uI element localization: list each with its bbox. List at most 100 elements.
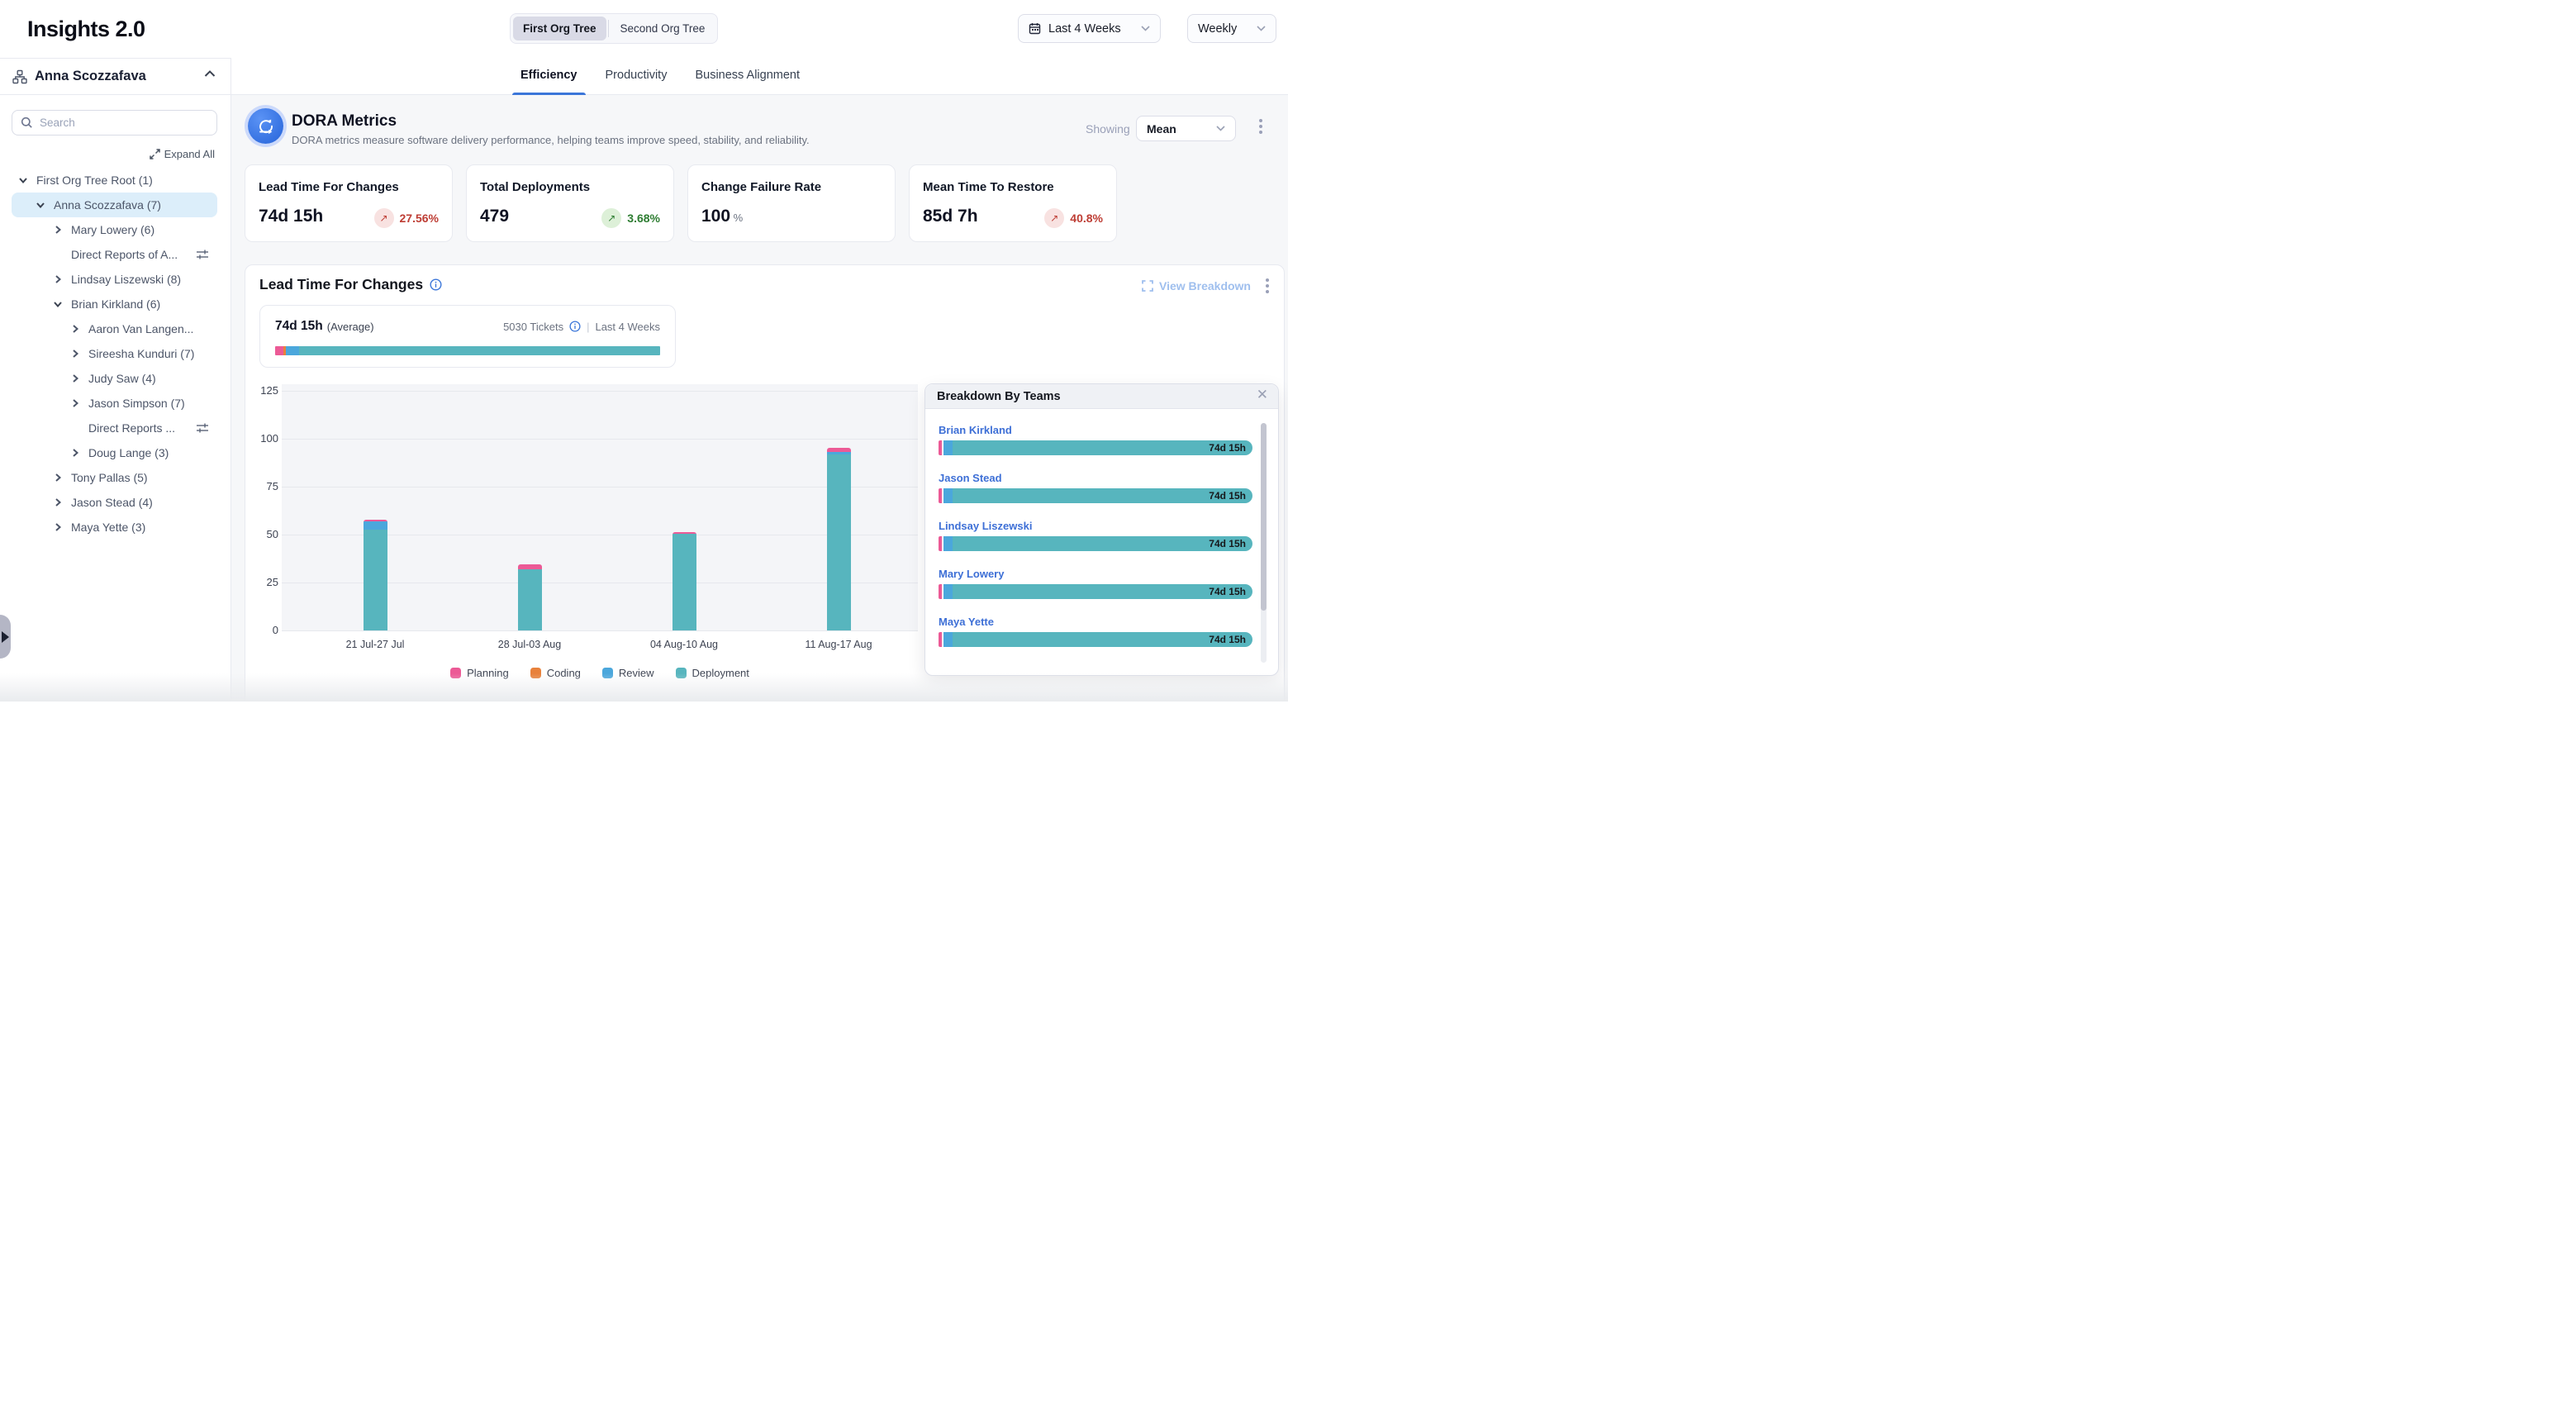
tree-item-label: Judy Saw (4) — [88, 366, 156, 391]
granularity-select[interactable]: Weekly — [1187, 14, 1276, 43]
tab-productivity[interactable]: Productivity — [597, 58, 676, 95]
y-axis-tick: 50 — [245, 528, 278, 540]
chevron-up-icon[interactable] — [204, 70, 216, 78]
tree-item-label: Brian Kirkland (6) — [71, 292, 160, 316]
toggle-first-org-tree[interactable]: First Org Tree — [513, 17, 606, 40]
search-input[interactable] — [40, 117, 208, 129]
tree-item-doug-lange-3[interactable]: Doug Lange (3) — [12, 440, 217, 465]
org-sidebar: Anna Scozzafava Expand All First Org Tre… — [0, 58, 231, 702]
tree-item-aaron-van-langen[interactable]: Aaron Van Langen... — [12, 316, 217, 341]
scrollbar-thumb[interactable] — [1261, 423, 1267, 611]
chevron-down-icon[interactable] — [18, 175, 28, 185]
bar-segment-deployment — [827, 454, 851, 630]
legend-label: Deployment — [692, 667, 749, 679]
info-icon[interactable] — [569, 321, 581, 332]
tree-item-label: Jason Simpson (7) — [88, 391, 185, 416]
chevron-right-icon[interactable] — [53, 225, 63, 235]
legend-item-coding[interactable]: Coding — [530, 667, 581, 679]
expand-all-label: Expand All — [164, 148, 215, 160]
legend-item-review[interactable]: Review — [602, 667, 654, 679]
tree-item-lindsay-liszewski-8[interactable]: Lindsay Liszewski (8) — [12, 267, 217, 292]
showing-select[interactable]: Mean — [1136, 116, 1236, 141]
metric-title: Mean Time To Restore — [923, 180, 1054, 194]
dora-kebab-menu[interactable] — [1259, 119, 1262, 134]
tree-item-sireesha-kunduri-7[interactable]: Sireesha Kunduri (7) — [12, 341, 217, 366]
legend-item-deployment[interactable]: Deployment — [676, 667, 749, 679]
tree-item-label: First Org Tree Root (1) — [36, 168, 153, 193]
chevron-right-icon[interactable] — [53, 473, 63, 483]
chart-legend: Planning Coding Review Deployment — [282, 667, 918, 679]
tree-item-tony-pallas-5[interactable]: Tony Pallas (5) — [12, 465, 217, 490]
tab-business-alignment[interactable]: Business Alignment — [687, 58, 808, 95]
breakdown-team-mary-lowery[interactable]: Mary Lowery — [939, 568, 1004, 580]
metric-title: Total Deployments — [480, 180, 590, 194]
app-title: Insights 2.0 — [27, 0, 145, 58]
breakdown-bar: 74d 15h — [939, 632, 1252, 647]
info-icon[interactable] — [430, 278, 442, 291]
dora-section-title: DORA Metrics — [292, 112, 397, 131]
metric-unit: % — [730, 212, 743, 224]
close-icon[interactable]: ✕ — [1257, 387, 1268, 403]
bar-21-jul-27-jul[interactable] — [364, 520, 387, 630]
tree-item-direct-reports-of-a[interactable]: Direct Reports of A... — [12, 242, 217, 267]
legend-label: Planning — [467, 667, 509, 679]
legend-swatch — [530, 668, 541, 678]
view-breakdown-button[interactable]: View Breakdown — [1142, 279, 1251, 292]
legend-swatch — [676, 668, 687, 678]
chevron-down-icon — [1216, 126, 1225, 131]
bar-04-aug-10-aug[interactable] — [673, 532, 696, 630]
breakdown-team-lindsay-liszewski[interactable]: Lindsay Liszewski — [939, 520, 1032, 532]
expand-all-button[interactable]: Expand All — [150, 148, 215, 160]
sidebar-flap-button[interactable] — [0, 615, 11, 659]
chevron-right-icon[interactable] — [53, 274, 63, 284]
tree-item-jason-stead-4[interactable]: Jason Stead (4) — [12, 490, 217, 515]
tree-item-jason-simpson-7[interactable]: Jason Simpson (7) — [12, 391, 217, 416]
chevron-down-icon[interactable] — [36, 200, 45, 210]
tree-item-direct-reports[interactable]: Direct Reports ... — [12, 416, 217, 440]
chevron-right-icon[interactable] — [53, 497, 63, 507]
tree-item-judy-saw-4[interactable]: Judy Saw (4) — [12, 366, 217, 391]
chevron-down-icon — [1257, 26, 1266, 31]
chevron-right-icon[interactable] — [70, 448, 80, 458]
date-range-select[interactable]: Last 4 Weeks — [1018, 14, 1161, 43]
chevron-right-icon[interactable] — [70, 373, 80, 383]
tree-item-maya-yette-3[interactable]: Maya Yette (3) — [12, 515, 217, 540]
tree-item-mary-lowery-6[interactable]: Mary Lowery (6) — [12, 217, 217, 242]
bar-segment-deployment — [364, 530, 387, 630]
lead-time-panel: Lead Time For Changes View Breakdown 74d… — [245, 264, 1285, 702]
breakdown-team-jason-stead[interactable]: Jason Stead — [939, 472, 1002, 484]
chevron-down-icon[interactable] — [53, 299, 63, 309]
legend-label: Coding — [547, 667, 581, 679]
breakdown-bar: 74d 15h — [939, 536, 1252, 551]
tree-item-first-org-tree-root-1[interactable]: First Org Tree Root (1) — [12, 168, 217, 193]
legend-item-planning[interactable]: Planning — [450, 667, 509, 679]
chevron-right-icon[interactable] — [70, 398, 80, 408]
lead-time-kebab-menu[interactable] — [1266, 278, 1269, 293]
tree-item-anna-scozzafava-7[interactable]: Anna Scozzafava (7) — [12, 193, 217, 217]
trend-up-icon: ↗ — [1044, 208, 1064, 228]
legend-label: Review — [619, 667, 654, 679]
trend-up-icon: ↗ — [601, 208, 621, 228]
showing-value: Mean — [1147, 122, 1176, 136]
chip-divider: | — [587, 321, 589, 333]
chevron-right-icon[interactable] — [53, 522, 63, 532]
filter-icon[interactable] — [196, 248, 209, 261]
filter-icon[interactable] — [196, 421, 209, 435]
toggle-divider — [608, 20, 609, 37]
y-axis-tick: 125 — [245, 384, 278, 397]
metric-delta-value: 40.8% — [1070, 212, 1103, 225]
breakdown-team-brian-kirkland[interactable]: Brian Kirkland — [939, 424, 1012, 436]
bar-28-jul-03-aug[interactable] — [518, 564, 542, 630]
chevron-right-icon[interactable] — [70, 349, 80, 359]
calendar-icon — [1029, 22, 1041, 35]
breakdown-team-maya-yette[interactable]: Maya Yette — [939, 616, 994, 628]
bar-11-aug-17-aug[interactable] — [827, 448, 851, 630]
sidebar-flap-icon — [2, 631, 9, 643]
tree-item-brian-kirkland-6[interactable]: Brian Kirkland (6) — [12, 292, 217, 316]
toggle-second-org-tree[interactable]: Second Org Tree — [611, 17, 715, 40]
phase-segment-deployment — [299, 346, 660, 355]
chevron-right-icon[interactable] — [70, 324, 80, 334]
tab-efficiency[interactable]: Efficiency — [512, 58, 586, 95]
x-axis-label: 21 Jul-27 Jul — [317, 639, 433, 650]
view-breakdown-icon — [1142, 280, 1153, 292]
